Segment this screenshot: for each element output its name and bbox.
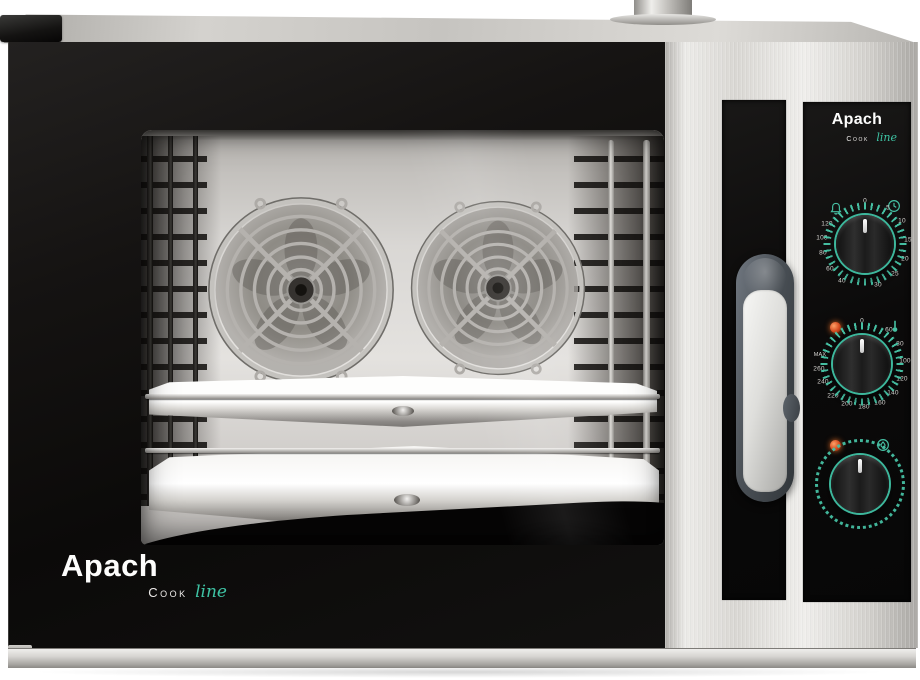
brand-wordmark: Apach [803, 112, 911, 128]
brand-subline: Cook line [61, 582, 231, 602]
temperature-dial: 0 60 80 100 120 140 160 180 200 220 240 … [812, 314, 912, 414]
timer-dial: 0 5 10 15 20 25 30 40 60 80 100 120 [815, 194, 915, 294]
line-wordmark: line [876, 131, 897, 144]
knob-pointer [858, 459, 862, 473]
brand-wordmark: Apach [61, 550, 231, 581]
door-handle[interactable] [736, 254, 794, 502]
oven-product-photo: Apach Cook line Apach Cook [0, 0, 920, 680]
panel-brand-logo: Apach Cook line [803, 112, 911, 146]
brand-subline: Cook line [803, 128, 911, 146]
line-wordmark: line [195, 582, 227, 602]
top-panel [0, 12, 920, 43]
top-hinge-box [0, 15, 62, 42]
right-stainless-column: Apach Cook line 0 [665, 42, 918, 648]
control-panel: Apach Cook line 0 [803, 102, 911, 602]
vent-flange [610, 14, 716, 25]
humidity-knob[interactable] [831, 455, 889, 513]
ground-shadow [30, 666, 890, 678]
cook-wordmark: Cook [846, 136, 869, 143]
humidity-dial [810, 434, 910, 534]
knob-pointer [863, 219, 867, 233]
door-brand-logo: Apach Cook line [61, 550, 231, 602]
glass-vignette [141, 130, 664, 545]
cook-wordmark: Cook [148, 585, 187, 600]
timer-knob[interactable] [836, 215, 894, 273]
handle-steel-face [743, 290, 787, 492]
handle-finger-notch [783, 394, 800, 422]
knob-pointer [860, 339, 864, 353]
oven-front: Apach Cook line Apach Cook [6, 42, 918, 648]
oven-door: Apach Cook line [8, 42, 665, 648]
base-plinth [8, 648, 916, 668]
door-glass-window [141, 130, 664, 545]
temperature-knob[interactable] [833, 335, 891, 393]
